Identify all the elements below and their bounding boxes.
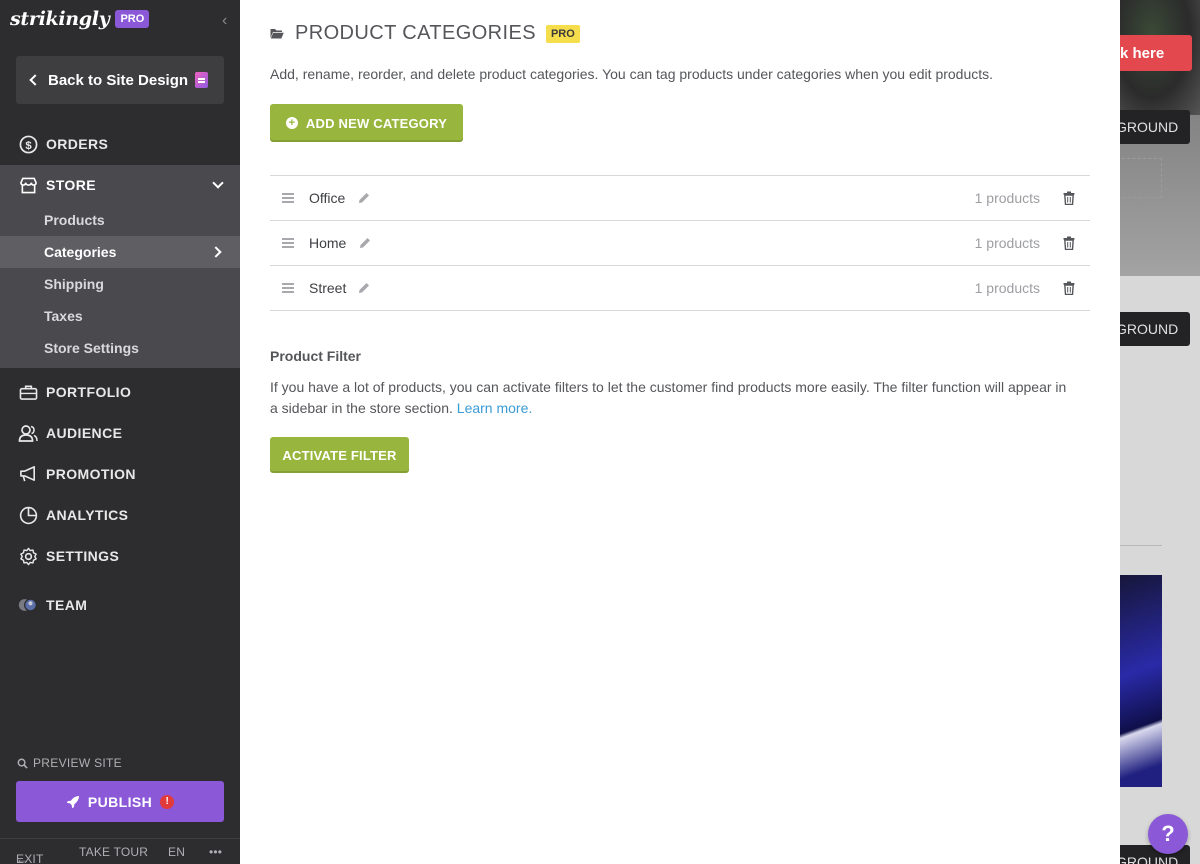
category-row: Office 1 products — [270, 176, 1090, 221]
search-icon — [17, 758, 28, 769]
more-icon[interactable]: ••• — [209, 845, 222, 859]
add-category-button[interactable]: + ADD NEW CATEGORY — [270, 104, 463, 142]
nav-store-label: STORE — [46, 177, 96, 193]
placeholder-box — [1122, 158, 1162, 198]
trash-icon[interactable] — [1063, 191, 1075, 205]
categories-panel: PRODUCT CATEGORIES PRO Add, rename, reor… — [240, 0, 1120, 864]
help-button[interactable]: ? — [1148, 814, 1188, 854]
edit-background-button[interactable]: GROUND — [1120, 312, 1190, 346]
take-tour-link[interactable]: TAKE TOUR — [79, 845, 148, 859]
nav-team[interactable]: TEAM — [0, 585, 240, 625]
publish-button[interactable]: PUBLISH ! — [16, 781, 224, 822]
product-count: 1 products — [974, 190, 1040, 206]
submenu-categories-label: Categories — [44, 244, 117, 260]
site-preview-background: k here GROUND GROUND GROUND — [1120, 0, 1200, 864]
strikingly-logo: strikingly — [10, 8, 110, 30]
collapse-sidebar-icon[interactable]: ‹ — [222, 12, 227, 30]
cta-button[interactable]: k here — [1120, 35, 1192, 71]
nav-promotion[interactable]: PROMOTION — [0, 454, 240, 494]
category-name: Street — [309, 280, 347, 296]
category-row: Home 1 products — [270, 221, 1090, 266]
chevron-right-icon — [210, 246, 222, 258]
store-icon — [18, 175, 38, 195]
megaphone-icon — [18, 464, 38, 484]
nav-analytics-label: ANALYTICS — [46, 507, 129, 523]
submenu-categories[interactable]: Categories — [0, 236, 240, 268]
pie-chart-icon — [18, 505, 38, 525]
trash-icon[interactable] — [1063, 236, 1075, 250]
submenu-shipping[interactable]: Shipping — [0, 268, 240, 300]
nav-portfolio[interactable]: PORTFOLIO — [0, 372, 240, 412]
nav-promotion-label: PROMOTION — [46, 466, 136, 482]
page-icon — [195, 72, 208, 88]
intro-text: Add, rename, reorder, and delete product… — [270, 66, 994, 82]
page-header: PRODUCT CATEGORIES PRO — [270, 22, 580, 45]
drag-handle-icon[interactable] — [282, 238, 294, 248]
brand: strikingly PRO — [10, 8, 150, 30]
pencil-icon[interactable] — [357, 281, 371, 295]
nav-store[interactable]: STORE — [0, 165, 240, 205]
nav-audience[interactable]: AUDIENCE — [0, 413, 240, 453]
divider — [1120, 545, 1162, 546]
back-to-site-design-button[interactable]: Back to Site Design — [16, 56, 224, 104]
filter-description-text: If you have a lot of products, you can a… — [270, 379, 1067, 416]
dollar-circle-icon: $ — [18, 134, 38, 154]
category-name: Office — [309, 190, 346, 206]
gear-icon — [18, 546, 38, 566]
product-count: 1 products — [974, 280, 1040, 296]
category-name: Home — [309, 235, 347, 251]
team-avatars-icon — [18, 595, 38, 615]
nav-audience-label: AUDIENCE — [46, 425, 123, 441]
sidebar: strikingly PRO ‹ Back to Site Design $ O… — [0, 0, 240, 864]
preview-site-label: PREVIEW SITE — [33, 756, 122, 770]
nav-settings-label: SETTINGS — [46, 548, 120, 564]
product-count: 1 products — [974, 235, 1040, 251]
section-photo — [1120, 575, 1162, 787]
nav-portfolio-label: PORTFOLIO — [46, 384, 132, 400]
chevron-down-icon — [212, 177, 224, 189]
warning-badge: ! — [160, 794, 175, 809]
nav-team-label: TEAM — [46, 597, 88, 613]
rocket-icon — [66, 795, 79, 808]
preview-site-link[interactable]: PREVIEW SITE — [17, 756, 122, 770]
nav-orders-label: ORDERS — [46, 136, 109, 152]
category-row: Street 1 products — [270, 266, 1090, 311]
folder-open-icon — [270, 29, 284, 39]
briefcase-icon — [18, 382, 38, 402]
product-filter-description: If you have a lot of products, you can a… — [270, 377, 1070, 419]
add-category-label: ADD NEW CATEGORY — [305, 115, 448, 131]
product-filter-heading: Product Filter — [270, 348, 362, 364]
audience-icon — [18, 423, 38, 443]
submenu-products[interactable]: Products — [0, 204, 240, 236]
store-submenu: Products Categories Shipping Taxes Store… — [0, 204, 240, 368]
pro-badge: PRO — [115, 10, 150, 28]
svg-text:$: $ — [25, 139, 32, 151]
plus-circle-icon: + — [285, 117, 298, 129]
activate-filter-button[interactable]: ACTIVATE FILTER — [270, 437, 409, 473]
edit-background-button[interactable]: GROUND — [1120, 110, 1190, 144]
chevron-left-icon — [29, 74, 41, 86]
language-selector[interactable]: EN — [168, 845, 185, 859]
sidebar-footer: ← EXIT TAKE TOUR EN ••• — [0, 838, 240, 864]
pro-badge: PRO — [545, 24, 580, 43]
pencil-icon[interactable] — [357, 191, 371, 205]
page-title: PRODUCT CATEGORIES — [295, 22, 536, 44]
back-label: Back to Site Design — [48, 71, 189, 89]
drag-handle-icon[interactable] — [282, 193, 294, 203]
exit-label: EXIT — [16, 851, 44, 864]
learn-more-link[interactable]: Learn more. — [457, 400, 532, 416]
drag-handle-icon[interactable] — [282, 283, 294, 293]
publish-label: PUBLISH — [87, 793, 153, 810]
nav-orders[interactable]: $ ORDERS — [0, 124, 240, 164]
category-list: Office 1 products Home 1 products Street… — [270, 175, 1090, 311]
nav-settings[interactable]: SETTINGS — [0, 536, 240, 576]
trash-icon[interactable] — [1063, 281, 1075, 295]
submenu-store-settings[interactable]: Store Settings — [0, 332, 240, 364]
submenu-taxes[interactable]: Taxes — [0, 300, 240, 332]
pencil-icon[interactable] — [358, 236, 372, 250]
nav-analytics[interactable]: ANALYTICS — [0, 495, 240, 535]
